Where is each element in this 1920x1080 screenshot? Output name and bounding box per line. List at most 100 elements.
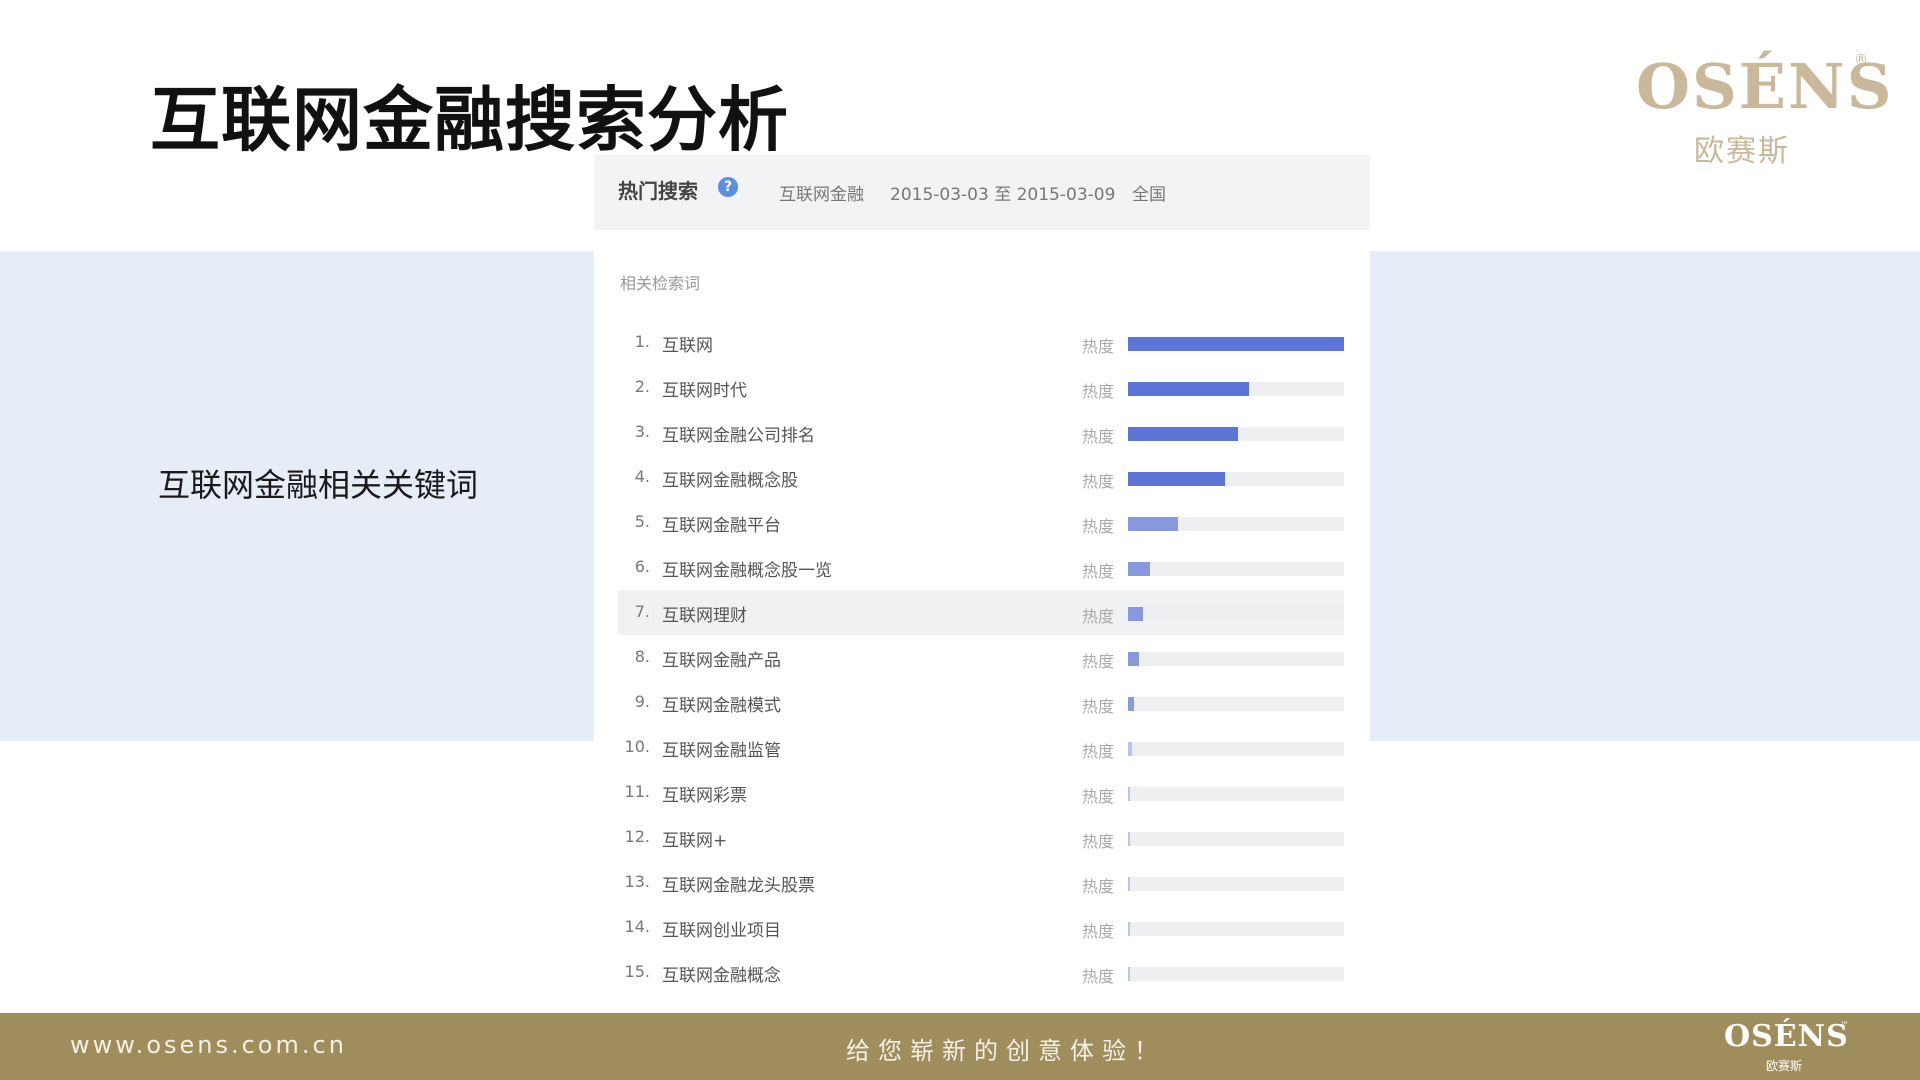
heat-bar-track	[1128, 787, 1344, 801]
region: 全国	[1132, 185, 1166, 205]
row-rank: 8.	[634, 647, 650, 666]
heat-bar	[1128, 517, 1178, 531]
row-keyword[interactable]: 互联网金融概念股	[662, 466, 798, 491]
row-keyword[interactable]: 互联网金融公司排名	[662, 421, 815, 446]
heat-label: 热度	[1082, 382, 1115, 401]
heat-label: 热度	[1082, 697, 1115, 716]
heat-bar-track	[1128, 652, 1344, 666]
row-rank: 7.	[634, 602, 650, 621]
osens-logo: OSÉNS ® 欧赛斯	[1628, 50, 1892, 170]
row-keyword[interactable]: 互联网金融龙头股票	[662, 871, 815, 896]
row-keyword[interactable]: 互联网	[662, 331, 713, 356]
keyword-row[interactable]: 2. 互联网时代 热度	[618, 365, 1344, 410]
keyword-list: 1. 互联网 热度 2. 互联网时代 热度 3. 互联网金融公司排名 热度 4. 互联网金融概念股热…	[618, 320, 1344, 995]
row-rank: 10.	[624, 737, 650, 756]
row-keyword[interactable]: 互联网理财	[662, 601, 747, 626]
row-rank: 13.	[624, 872, 650, 891]
heat-bar	[1128, 742, 1132, 756]
logo-registered-mark: ®	[1854, 52, 1868, 68]
footer-logo-subtitle: 欧赛斯	[1766, 1059, 1803, 1073]
heat-bar-track	[1128, 697, 1344, 711]
row-rank: 12.	[624, 827, 650, 846]
date-range: 2015-03-03 至 2015-03-09	[890, 185, 1116, 205]
heat-bar	[1128, 337, 1344, 351]
row-keyword[interactable]: 互联网金融平台	[662, 511, 781, 536]
heat-bar	[1128, 382, 1249, 396]
hot-search-title: 热门搜索	[618, 179, 698, 203]
heat-bar	[1128, 697, 1134, 711]
heat-label: 热度	[1082, 787, 1115, 806]
heat-label: 热度	[1082, 832, 1115, 851]
question-circle-icon[interactable]: ?	[718, 177, 738, 197]
keyword-row[interactable]: 10. 互联网金融监管 热度	[618, 725, 1344, 770]
heat-label: 热度	[1082, 967, 1115, 986]
heat-bar	[1128, 562, 1150, 576]
row-rank: 14.	[624, 917, 650, 936]
heat-bar-track	[1128, 607, 1344, 621]
heat-bar-track	[1128, 922, 1344, 936]
footer-url[interactable]: www.osens.com.cn	[70, 1031, 347, 1059]
row-rank: 15.	[624, 962, 650, 981]
heat-label: 热度	[1082, 337, 1115, 356]
row-keyword[interactable]: 互联网创业项目	[662, 916, 781, 941]
keyword-row[interactable]: 13. 互联网金融龙头股票 热度	[618, 860, 1344, 905]
footer-slogan: 给您崭新的创意体验！	[846, 1037, 1166, 1065]
row-rank: 6.	[634, 557, 650, 576]
heat-bar-track	[1128, 967, 1344, 981]
keyword-row[interactable]: 14. 互联网创业项目 热度	[618, 905, 1344, 950]
side-label: 互联网金融相关关键词	[158, 466, 479, 504]
row-rank: 5.	[634, 512, 650, 531]
heat-label: 热度	[1082, 742, 1115, 761]
heat-bar-track	[1128, 832, 1344, 846]
keyword-row[interactable]: 4. 互联网金融概念股 热度	[618, 455, 1344, 500]
heat-bar	[1128, 427, 1238, 441]
row-keyword[interactable]: 互联网时代	[662, 376, 747, 401]
heat-bar-track	[1128, 562, 1344, 576]
row-keyword[interactable]: 互联网金融监管	[662, 736, 781, 761]
row-keyword[interactable]: 互联网金融概念	[662, 961, 781, 986]
heat-bar	[1128, 607, 1143, 621]
keyword-row[interactable]: 9. 互联网金融模式 热度	[618, 680, 1344, 725]
section-label: 相关检索词	[620, 274, 701, 293]
related-keywords-panel: 相关检索词 1. 互联网 热度 2. 互联网时代 热度 3. 互联网金融公司排名 热度 4. 互联网…	[594, 230, 1370, 1012]
heat-bar	[1128, 787, 1130, 801]
row-rank: 9.	[634, 692, 650, 711]
heat-bar-track	[1128, 382, 1344, 396]
heat-label: 热度	[1082, 517, 1115, 536]
hot-search-header: 热门搜索 ? 互联网金融 2015-03-03 至 2015-03-09 全国	[594, 155, 1370, 230]
keyword-row[interactable]: 8. 互联网金融产品 热度	[618, 635, 1344, 680]
row-keyword[interactable]: 互联网+	[662, 826, 727, 851]
heat-bar-track	[1128, 427, 1344, 441]
heat-label: 热度	[1082, 562, 1115, 581]
heat-bar	[1128, 832, 1130, 846]
heat-bar-track	[1128, 472, 1344, 486]
heat-label: 热度	[1082, 922, 1115, 941]
slide-title: 互联网金融搜索分析	[150, 79, 789, 161]
heat-label: 热度	[1082, 877, 1115, 896]
keyword-row[interactable]: 11. 互联网彩票 热度	[618, 770, 1344, 815]
heat-bar-track	[1128, 517, 1344, 531]
heat-bar	[1128, 472, 1225, 486]
heat-label: 热度	[1082, 472, 1115, 491]
heat-bar-track	[1128, 742, 1344, 756]
footer-logo: OSÉNS ™ 欧赛斯	[1724, 1019, 1854, 1077]
keyword-row[interactable]: 7. 互联网理财 热度	[618, 590, 1344, 635]
heat-label: 热度	[1082, 427, 1115, 446]
keyword-row[interactable]: 6. 互联网金融概念股一览 热度	[618, 545, 1344, 590]
row-keyword[interactable]: 互联网金融概念股一览	[662, 556, 832, 581]
row-keyword[interactable]: 互联网金融产品	[662, 646, 781, 671]
keyword-row[interactable]: 15. 互联网金融概念 热度	[618, 950, 1344, 995]
row-rank: 11.	[624, 782, 650, 801]
heat-label: 热度	[1082, 607, 1115, 626]
heat-label: 热度	[1082, 652, 1115, 671]
row-keyword[interactable]: 互联网彩票	[662, 781, 747, 806]
keyword-row[interactable]: 5. 互联网金融平台 热度	[618, 500, 1344, 545]
search-keyword: 互联网金融	[779, 185, 864, 205]
keyword-row[interactable]: 12. 互联网+ 热度	[618, 815, 1344, 860]
heat-bar-track	[1128, 877, 1344, 891]
row-rank: 1.	[634, 332, 650, 351]
heat-bar	[1128, 967, 1130, 981]
row-keyword[interactable]: 互联网金融模式	[662, 691, 781, 716]
keyword-row[interactable]: 3. 互联网金融公司排名 热度	[618, 410, 1344, 455]
keyword-row[interactable]: 1. 互联网 热度	[618, 320, 1344, 365]
